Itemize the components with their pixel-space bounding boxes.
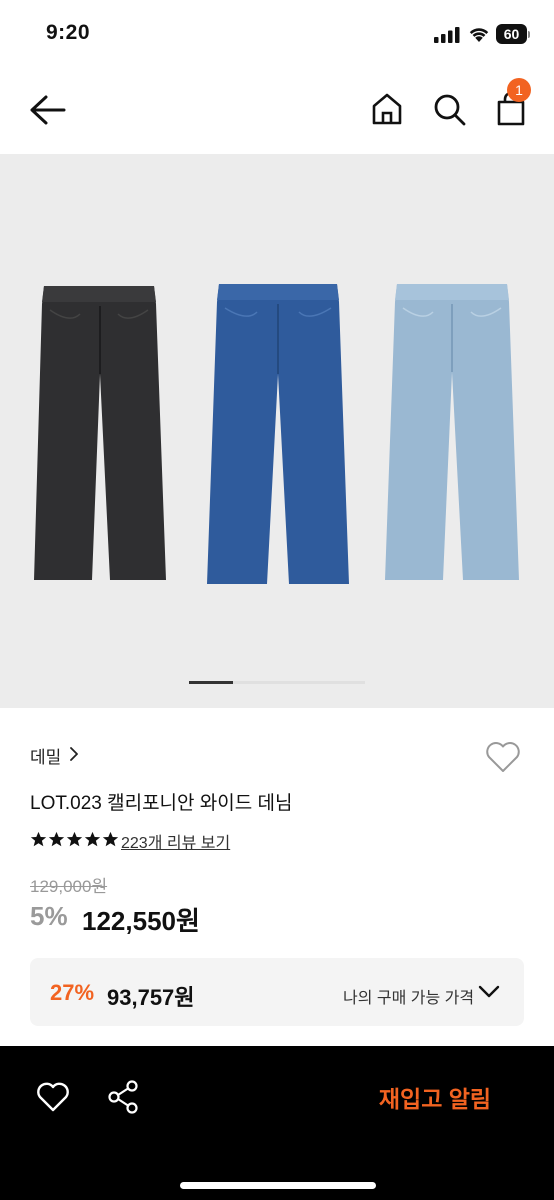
status-time: 9:20 bbox=[46, 21, 91, 44]
original-price: 129,000원 bbox=[30, 877, 108, 896]
home-icon[interactable] bbox=[368, 90, 406, 128]
signal-icon bbox=[434, 27, 460, 43]
star-icon bbox=[66, 831, 83, 847]
category-link[interactable]: 데밀 bbox=[30, 743, 61, 768]
product-image-carousel[interactable] bbox=[0, 154, 554, 708]
rating-stars bbox=[30, 831, 119, 849]
search-icon[interactable] bbox=[430, 90, 468, 128]
my-price-rate: 27% bbox=[50, 980, 95, 1005]
bottom-action-bar: 재입고 알림 bbox=[0, 1046, 554, 1200]
heart-icon[interactable] bbox=[36, 1082, 70, 1112]
cart-count-badge: 1 bbox=[507, 78, 531, 102]
star-icon bbox=[102, 831, 119, 847]
discount-rate: 5% bbox=[30, 901, 68, 931]
chevron-down-icon bbox=[478, 985, 500, 998]
wifi-icon bbox=[469, 28, 489, 42]
restock-alert-button[interactable]: 재입고 알림 bbox=[360, 1082, 510, 1116]
product-image-jeans-mid-blue bbox=[207, 284, 349, 584]
home-indicator bbox=[180, 1182, 376, 1189]
star-icon bbox=[30, 831, 47, 847]
product-title: LOT.023 캘리포니안 와이드 데님 bbox=[30, 793, 293, 814]
status-bar: 9:20 60 bbox=[0, 0, 554, 66]
review-link[interactable]: 223개 리뷰 보기 bbox=[121, 829, 230, 853]
my-price-value: 93,757원 bbox=[107, 985, 195, 1010]
chevron-right-icon[interactable] bbox=[69, 747, 78, 761]
share-icon[interactable] bbox=[106, 1079, 140, 1115]
my-price-dropdown[interactable]: 27% 93,757원 나의 구매 가능 가격 bbox=[30, 958, 524, 1026]
heart-icon[interactable] bbox=[484, 740, 522, 774]
arrow-left-icon[interactable] bbox=[28, 93, 68, 127]
top-nav-bar bbox=[0, 66, 554, 154]
product-image-jeans-light-blue bbox=[385, 284, 519, 580]
battery-icon: 60 bbox=[496, 24, 530, 44]
star-icon bbox=[48, 831, 65, 847]
sale-price: 122,550원 bbox=[82, 906, 200, 936]
battery-level: 60 bbox=[503, 26, 520, 42]
product-image-jeans-black bbox=[34, 286, 166, 580]
carousel-indicator-active bbox=[189, 681, 233, 684]
my-price-label: 나의 구매 가능 가격 bbox=[343, 990, 475, 1007]
star-icon bbox=[84, 831, 101, 847]
